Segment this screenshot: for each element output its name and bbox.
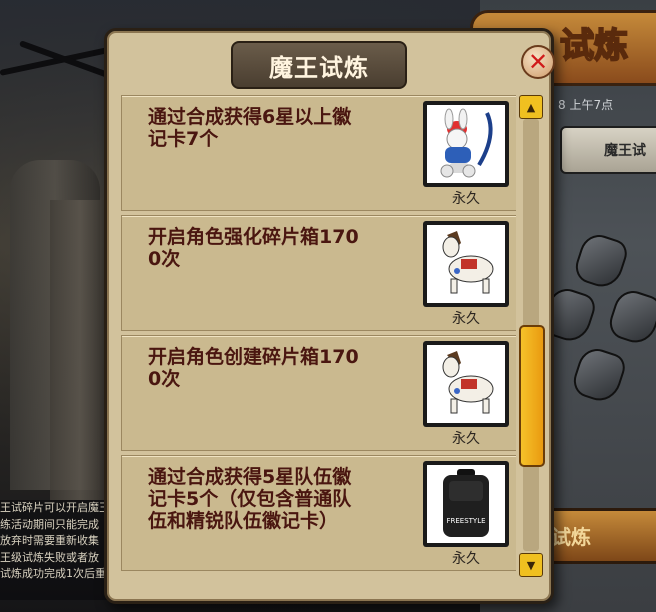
task-description: 开启角色创建碎片箱170 0次 [148, 346, 359, 390]
scroll-thumb[interactable] [519, 325, 545, 467]
scroll-up-button[interactable]: ▲ [519, 95, 543, 119]
background-tab[interactable]: 魔王试 [560, 126, 656, 174]
description-line: 放弃时需要重新收集 [0, 534, 99, 547]
task-description: 通过合成获得5星队伍徽 记卡5个（仅包含普通队 伍和精锐队伍徽记卡） [148, 466, 352, 532]
scroll-down-button[interactable]: ▼ [519, 553, 543, 577]
description-line: 练活动期间只能完成 [0, 517, 99, 531]
reward-duration: 永久 [452, 551, 480, 567]
reward-duration: 永久 [452, 431, 480, 447]
reward-duration: 永久 [452, 311, 480, 327]
reward-slot[interactable]: FREESTYLE [423, 461, 509, 547]
horse-icon [442, 231, 494, 294]
close-button[interactable]: ✕ [521, 45, 555, 79]
trial-dialog: 魔王试炼 ✕ 通过合成获得6星以上徽 记卡7个 永久 开启角色强化碎片箱170 … [104, 28, 555, 604]
task-row: 开启角色创建碎片箱170 0次 永久 [121, 335, 516, 451]
backpack-brand-text: FREESTYLE [446, 517, 485, 525]
dialog-title-bar: 魔王试炼 [231, 41, 407, 89]
background-time: 8 上午7点 [558, 98, 614, 112]
background-tab-label: 魔王试 [604, 143, 646, 159]
description-line: 王试碎片可以开启魔王 [0, 501, 110, 514]
background-action-label: 试炼 [551, 525, 591, 549]
close-icon: ✕ [527, 48, 549, 76]
task-row: 开启角色强化碎片箱170 0次 永久 [121, 215, 516, 331]
list-scrollbar[interactable]: ▲ ▼ [519, 95, 545, 577]
background-description: 王试碎片可以开启魔王 练活动期间只能完成 放弃时需要重新收集 王级试炼失败或者放… [0, 500, 110, 600]
rabbit-rider-icon [440, 108, 493, 178]
reward-slot[interactable] [423, 221, 509, 307]
backpack-icon: FREESTYLE [443, 469, 489, 537]
background-title: 试炼 [559, 25, 629, 67]
task-description: 通过合成获得6星以上徽 记卡7个 [148, 106, 352, 150]
task-list[interactable]: 通过合成获得6星以上徽 记卡7个 永久 开启角色强化碎片箱170 0次 永久 开… [121, 95, 516, 575]
dialog-title: 魔王试炼 [269, 53, 369, 82]
castle-tower [50, 200, 110, 500]
task-description: 开启角色强化碎片箱170 0次 [148, 226, 359, 270]
reward-duration: 永久 [452, 191, 480, 207]
description-line: 试炼成功完成1次后重 [0, 567, 106, 580]
task-row: 通过合成获得5星队伍徽 记卡5个（仅包含普通队 伍和精锐队伍徽记卡） FREES… [121, 455, 516, 571]
task-row: 通过合成获得6星以上徽 记卡7个 永久 [121, 95, 516, 211]
reward-slot[interactable] [423, 101, 509, 187]
description-line: 王级试炼失败或者放 [0, 550, 99, 564]
horse-icon [442, 351, 494, 414]
reward-slot[interactable] [423, 341, 509, 427]
